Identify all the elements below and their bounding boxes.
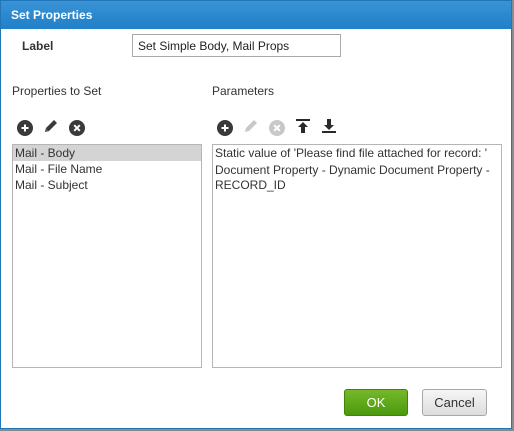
move-to-top-button[interactable] [294,118,312,139]
dialog-title: Set Properties [1,1,511,29]
set-properties-dialog: Set Properties Label Properties to Set M… [0,0,512,429]
label-input[interactable] [132,34,341,57]
add-icon [217,120,233,136]
move-to-bottom-icon [321,118,337,139]
list-item[interactable]: Mail - File Name [13,161,201,177]
properties-toolbar [16,118,94,138]
move-to-bottom-button[interactable] [320,118,338,139]
list-item[interactable]: Mail - Body [13,145,201,161]
list-item[interactable]: Mail - Subject [13,177,201,193]
list-item[interactable]: Static value of 'Please find file attach… [213,145,501,162]
ok-button[interactable]: OK [344,389,408,416]
label-caption: Label [22,39,54,53]
edit-icon [243,118,259,139]
properties-section-title: Properties to Set [12,84,102,98]
cancel-button[interactable]: Cancel [422,389,487,416]
parameters-list[interactable]: Static value of 'Please find file attach… [212,144,502,368]
add-parameter-button[interactable] [216,119,234,137]
remove-parameter-button[interactable] [268,119,286,137]
add-icon [17,120,33,136]
edit-icon [43,118,59,139]
remove-icon [269,120,285,136]
list-item[interactable]: Document Property - Dynamic Document Pro… [213,162,501,194]
move-to-top-icon [295,118,311,139]
edit-property-button[interactable] [42,119,60,137]
properties-list[interactable]: Mail - Body Mail - File Name Mail - Subj… [12,144,202,368]
parameters-section-title: Parameters [212,84,275,98]
remove-icon [69,120,85,136]
remove-property-button[interactable] [68,119,86,137]
parameters-toolbar [216,118,346,138]
edit-parameter-button[interactable] [242,119,260,137]
add-property-button[interactable] [16,119,34,137]
